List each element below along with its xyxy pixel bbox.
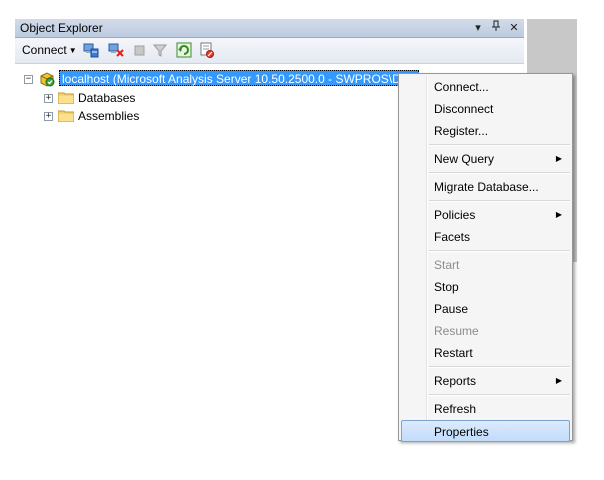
menu-item-connect[interactable]: Connect... — [401, 76, 570, 98]
menu-separator — [429, 172, 570, 174]
close-icon[interactable]: ✕ — [508, 20, 520, 36]
analysis-server-icon — [40, 72, 55, 87]
menu-item-register[interactable]: Register... — [401, 120, 570, 142]
filter-icon[interactable] — [152, 42, 168, 58]
connect-db-icon[interactable] — [83, 42, 99, 58]
tree-row-assemblies[interactable]: + Assemblies — [15, 107, 215, 125]
server-node-label[interactable]: localhost (Microsoft Analysis Server 10.… — [59, 70, 420, 86]
expand-icon[interactable]: + — [44, 112, 53, 121]
stop-icon[interactable] — [132, 42, 148, 58]
menu-item-disconnect[interactable]: Disconnect — [401, 98, 570, 120]
disconnect-icon[interactable] — [108, 42, 124, 58]
toolbar: Connect ▼ — [15, 38, 524, 64]
menu-item-label: Register... — [434, 124, 489, 138]
dropdown-icon[interactable]: ▾ — [472, 20, 484, 36]
submenu-arrow-icon: ▶ — [555, 210, 562, 219]
activity-monitor-icon[interactable] — [199, 42, 215, 58]
refresh-icon[interactable] — [176, 42, 192, 58]
menu-item-label: Pause — [434, 302, 469, 316]
connect-button[interactable]: Connect ▼ — [22, 43, 77, 57]
menu-item-policies[interactable]: Policies ▶ — [401, 204, 570, 226]
menu-item-stop[interactable]: Stop — [401, 276, 570, 298]
pin-icon[interactable] — [490, 20, 502, 36]
menu-item-label: Facets — [434, 230, 471, 244]
title-bar: Object Explorer ▾ ✕ — [15, 19, 524, 38]
menu-item-label: Resume — [434, 324, 479, 338]
menu-item-reports[interactable]: Reports ▶ — [401, 370, 570, 392]
menu-item-label: Reports — [434, 374, 477, 388]
submenu-arrow-icon: ▶ — [555, 154, 562, 163]
menu-item-label: Refresh — [434, 402, 477, 416]
menu-item-label: Properties — [434, 425, 489, 439]
collapse-icon[interactable]: − — [24, 75, 33, 84]
menu-item-restart[interactable]: Restart — [401, 342, 570, 364]
folder-icon — [58, 110, 74, 122]
menu-item-pause[interactable]: Pause — [401, 298, 570, 320]
expand-icon[interactable]: + — [44, 94, 53, 103]
menu-separator — [429, 394, 570, 396]
tree-item-label: Databases — [78, 91, 136, 105]
menu-item-new-query[interactable]: New Query ▶ — [401, 148, 570, 170]
tree-row-databases[interactable]: + Databases — [15, 89, 215, 107]
window-title: Object Explorer — [20, 21, 103, 35]
menu-item-migrate-database[interactable]: Migrate Database... — [401, 176, 570, 198]
menu-item-facets[interactable]: Facets — [401, 226, 570, 248]
menu-item-label: Migrate Database... — [434, 180, 539, 194]
menu-item-properties[interactable]: Properties — [401, 420, 570, 442]
menu-item-label: Policies — [434, 208, 476, 222]
menu-item-label: Restart — [434, 346, 473, 360]
context-menu: Connect... Disconnect Register... New Qu… — [398, 73, 573, 442]
connect-button-label: Connect — [22, 43, 67, 57]
submenu-arrow-icon: ▶ — [555, 376, 562, 385]
menu-item-label: Start — [434, 258, 460, 272]
menu-separator — [429, 250, 570, 252]
menu-item-label: Connect... — [434, 80, 489, 94]
tree-item-label: Assemblies — [78, 109, 140, 123]
menu-separator — [429, 366, 570, 368]
menu-item-label: New Query — [434, 152, 495, 166]
tree-row-server[interactable]: − localhost (Microsoft Analysis Server 1… — [15, 70, 420, 89]
menu-item-resume: Resume — [401, 320, 570, 342]
menu-item-refresh[interactable]: Refresh — [401, 398, 570, 420]
menu-item-label: Stop — [434, 280, 459, 294]
menu-separator — [429, 144, 570, 146]
chevron-down-icon: ▼ — [68, 46, 77, 55]
menu-item-start: Start — [401, 254, 570, 276]
folder-icon — [58, 92, 74, 104]
menu-separator — [429, 200, 570, 202]
menu-item-label: Disconnect — [434, 102, 494, 116]
